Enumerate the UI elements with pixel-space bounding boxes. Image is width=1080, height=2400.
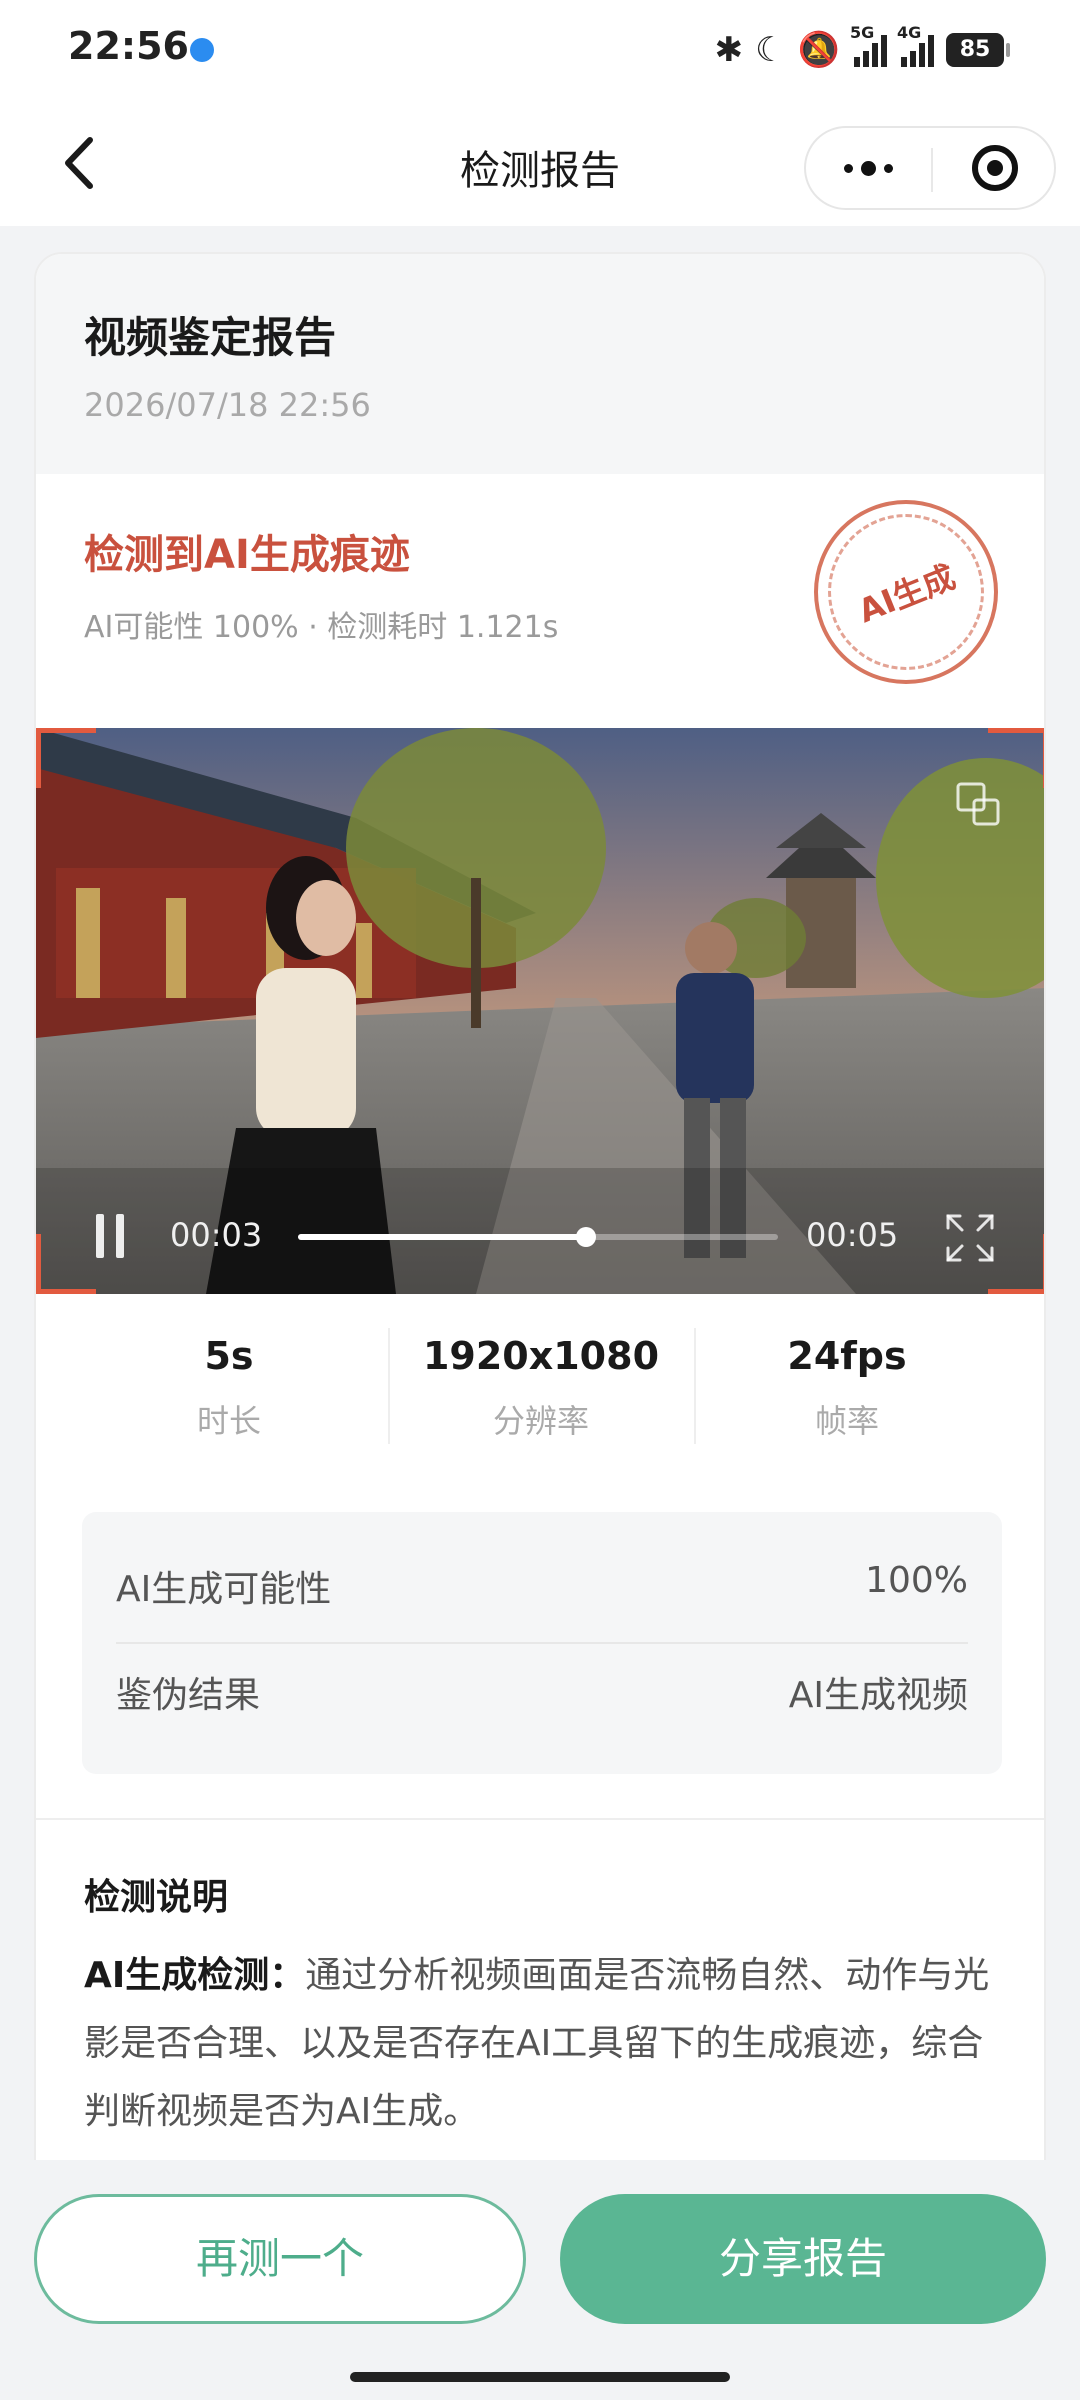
stat-value: 24fps [787, 1334, 907, 1378]
description-lead: AI生成检测： [84, 1955, 306, 1996]
progress-fill [298, 1234, 586, 1240]
stat-label: 时长 [196, 1402, 261, 1440]
home-indicator[interactable] [350, 2372, 730, 2382]
pause-icon [116, 1214, 124, 1258]
report-card: 视频鉴定报告 2026/07/18 22:56 检测到AI生成痕迹 AI可能性 … [34, 252, 1046, 2252]
stat-label: 帧率 [814, 1402, 879, 1440]
bottom-action-bar: 再测一个 分享报告 [0, 2160, 1080, 2400]
progress-slider[interactable] [298, 1227, 778, 1247]
summary-row-probability: AI生成可能性 100% [116, 1530, 968, 1630]
focus-corner-top-left [36, 728, 96, 788]
video-stats: 5s 时长 1920x1080 分辨率 24fps 帧率 [36, 1322, 1044, 1472]
more-dot-icon [844, 163, 853, 173]
status-bar: 22:56 ✱ ☾ 🔕 5G 4G 85 [0, 0, 1080, 100]
report-title: 视频鉴定报告 [84, 313, 337, 362]
stat-label: 分辨率 [492, 1402, 589, 1440]
moon-icon: ☾ [755, 30, 786, 70]
result-headline: 检测到AI生成痕迹 [84, 532, 410, 578]
status-icons: ✱ ☾ 🔕 5G 4G 85 [714, 23, 1010, 74]
report-datetime: 2026/07/18 22:56 [84, 386, 371, 424]
signal-4g-icon: 4G [897, 23, 934, 67]
result-summary: AI生成可能性 100% 鉴伪结果 AI生成视频 [82, 1512, 1002, 1774]
nav-bar: 检测报告 [0, 100, 1080, 226]
stat-value: 1920x1080 [422, 1334, 660, 1378]
total-time: 00:05 [806, 1216, 899, 1254]
section-divider [36, 1818, 1044, 1820]
signal-5g-icon: 5G [850, 23, 887, 67]
description-body: AI生成检测：通过分析视频画面是否流畅自然、动作与光影是否合理、以及是否存在AI… [84, 1942, 1000, 2146]
pause-icon [96, 1214, 104, 1258]
mute-icon: 🔕 [797, 30, 840, 70]
fullscreen-icon[interactable] [944, 1212, 996, 1264]
more-dot-icon [884, 163, 893, 173]
summary-key: AI生成可能性 [116, 1569, 332, 1610]
stat-resolution: 1920x1080 分辨率 [388, 1322, 694, 1472]
signal-5g-label: 5G [850, 23, 875, 42]
signal-4g-label: 4G [897, 23, 922, 42]
stat-value: 5s [204, 1334, 254, 1378]
progress-knob[interactable] [576, 1227, 596, 1247]
ai-generated-stamp: AI生成 [814, 500, 998, 684]
battery-icon: 85 [946, 33, 1010, 67]
summary-key: 鉴伪结果 [116, 1675, 261, 1716]
stamp-text: AI生成 [852, 557, 961, 631]
mini-program-capsule [804, 126, 1056, 210]
stat-framerate: 24fps 帧率 [694, 1322, 1000, 1472]
more-dot-icon [861, 160, 876, 176]
target-icon [971, 145, 1018, 191]
stat-duration: 5s 时长 [76, 1322, 382, 1472]
summary-value: 100% [865, 1560, 968, 1601]
notification-dot-icon [190, 38, 214, 62]
summary-value: AI生成视频 [788, 1675, 968, 1716]
video-player[interactable]: 00:03 00:05 [36, 728, 1044, 1294]
retest-button[interactable]: 再测一个 [34, 2194, 526, 2324]
close-mini-program-button[interactable] [933, 128, 1056, 208]
share-report-button[interactable]: 分享报告 [560, 2194, 1046, 2324]
description-title: 检测说明 [84, 1877, 229, 1918]
status-time: 22:56 [68, 24, 189, 68]
current-time: 00:03 [170, 1216, 263, 1254]
report-header: 视频鉴定报告 2026/07/18 22:56 [36, 254, 1044, 474]
more-button[interactable] [806, 128, 931, 208]
pause-button[interactable] [92, 1214, 128, 1258]
bluetooth-icon: ✱ [714, 30, 744, 70]
result-subline: AI可能性 100% · 检测耗时 1.121s [84, 610, 559, 645]
summary-row-verdict: 鉴伪结果 AI生成视频 [116, 1636, 968, 1736]
video-controls: 00:03 00:05 [36, 1198, 1044, 1278]
picture-in-picture-icon[interactable] [954, 780, 1002, 828]
focus-corner-top-right [988, 728, 1044, 788]
